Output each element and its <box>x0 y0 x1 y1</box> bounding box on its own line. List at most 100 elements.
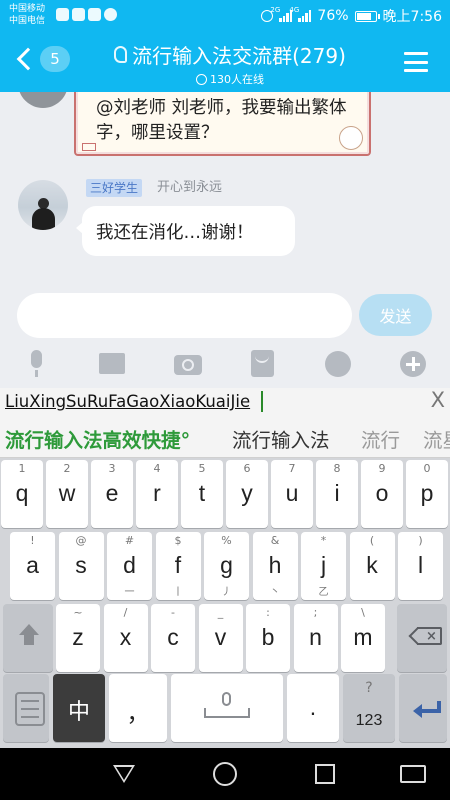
key-j[interactable]: * j 乙 <box>301 532 346 600</box>
key-e[interactable]: 3e <box>91 460 133 528</box>
carrier-1: 中国移动 <box>9 4 46 14</box>
key-i[interactable]: 8i <box>316 460 358 528</box>
ime-composition-bar: LiuXingSuRuFaGaoXiaoKuaiJie X <box>0 388 450 416</box>
key-hint: / <box>123 606 128 619</box>
candidate-item[interactable]: 流行输入法 <box>232 424 330 453</box>
image-icon[interactable] <box>97 349 127 379</box>
mic-icon[interactable] <box>22 349 52 379</box>
key-label: u <box>285 480 299 506</box>
enter-arrow-icon <box>413 701 441 718</box>
key-m[interactable]: \ m <box>341 604 385 672</box>
emoji-icon[interactable] <box>323 349 353 379</box>
key-z[interactable]: ~ z <box>56 604 100 672</box>
enter-key[interactable] <box>399 674 447 742</box>
key-hint: ! <box>30 534 35 547</box>
key-c[interactable]: -c <box>151 604 195 672</box>
key-p[interactable]: 0p <box>406 460 448 528</box>
language-switch-key[interactable]: 中 <box>53 674 105 742</box>
plus-icon[interactable] <box>398 349 428 379</box>
sender-nickname: 开心到永远 <box>157 180 223 195</box>
message-bubble-previous[interactable]: @刘老师 刘老师，我要输出繁体字，哪里设置？ <box>74 92 371 156</box>
video-notification-icon <box>88 8 101 21</box>
candidate-item[interactable]: 流行输入法高效快捷° <box>5 424 190 453</box>
key-r[interactable]: 4r <box>136 460 178 528</box>
chat-messages[interactable]: @刘老师 刘老师，我要输出繁体字，哪里设置？ 三好学生 开心到永远 我还在消化…… <box>0 92 450 285</box>
key-hint: ( <box>369 534 375 547</box>
key-label: g <box>220 552 233 578</box>
key-hint: $ <box>174 534 182 547</box>
key-b[interactable]: :b <box>246 604 290 672</box>
period-key[interactable]: . <box>287 674 339 742</box>
key-q[interactable]: 1q <box>1 460 43 528</box>
key-label: r <box>153 480 161 506</box>
key-t[interactable]: 5t <box>181 460 223 528</box>
key-w[interactable]: 2w <box>46 460 88 528</box>
key-d[interactable]: # d 一 <box>107 532 152 600</box>
status-bar: 中国移动 中国电信 2G 4G 76% 晚上7:56 <box>0 0 450 32</box>
status-right: 2G 4G 76% 晚上7:56 <box>261 6 442 26</box>
key-hint: 5 <box>198 462 206 475</box>
ime-close-button[interactable]: X <box>431 388 445 412</box>
chat-title-area[interactable]: 流行输入法交流群(279) 130人在线 <box>100 40 360 87</box>
key-label: 123 <box>355 712 383 729</box>
menu-icon[interactable] <box>404 52 428 72</box>
keyboard-toggle-icon[interactable] <box>400 765 426 783</box>
key-v[interactable]: _ v <box>198 604 243 672</box>
key-k[interactable]: (k <box>349 532 395 600</box>
comma-key[interactable]: ， <box>109 674 167 742</box>
key-u[interactable]: 7u <box>271 460 313 528</box>
avatar[interactable] <box>18 180 68 230</box>
key-label: z <box>72 624 84 650</box>
red-packet-icon[interactable] <box>248 349 278 379</box>
key-h[interactable]: & h 丶 <box>252 532 298 600</box>
message-input[interactable] <box>17 293 352 338</box>
key-y[interactable]: 6y <box>226 460 268 528</box>
ime-menu-key[interactable] <box>3 674 49 742</box>
qq-notification-icon <box>72 8 85 21</box>
key-label: e <box>105 480 119 506</box>
chat-header: 中国移动 中国电信 2G 4G 76% 晚上7:56 5 流行输入法交流群(27… <box>0 0 450 92</box>
key-n[interactable]: ; n <box>293 604 338 672</box>
candidate-item[interactable]: 流星 <box>423 424 450 453</box>
key-s[interactable]: @ s <box>58 532 104 600</box>
unread-count-badge: 5 <box>40 46 70 72</box>
key-o[interactable]: 9o <box>361 460 403 528</box>
composer: 发送 <box>0 285 450 388</box>
key-f[interactable]: $ f 丨 <box>155 532 201 600</box>
avatar[interactable] <box>18 92 68 108</box>
send-button[interactable]: 发送 <box>359 294 432 336</box>
key-label: f <box>174 552 182 578</box>
key-g[interactable]: % g 丿 <box>204 532 249 600</box>
number-switch-key[interactable]: ? 123 <box>343 674 395 742</box>
key-hint: ; <box>313 606 318 619</box>
candidate-item[interactable]: 流行 <box>361 424 400 453</box>
space-key[interactable] <box>171 674 283 742</box>
key-a[interactable]: ! a <box>10 532 55 600</box>
key-label: v <box>214 624 227 650</box>
key-x[interactable]: / x <box>103 604 148 672</box>
key-label: s <box>75 552 87 578</box>
shift-key[interactable] <box>3 604 53 672</box>
message-bubble[interactable]: 我还在消化…谢谢！ <box>76 206 295 256</box>
key-hint: 8 <box>333 462 341 475</box>
key-hint: ) <box>418 534 423 547</box>
camera-icon[interactable] <box>173 349 203 379</box>
nav-back-icon[interactable] <box>112 762 136 786</box>
key-hint: 0 <box>423 462 431 475</box>
key-hint: 2 <box>63 462 71 475</box>
key-hint: 4 <box>153 462 161 475</box>
key-label: i <box>334 480 340 506</box>
soft-keyboard: 中 ， . ? 123 1 q 2 w 3 e 4 r 5 t 6 y 7 u 8 i 9 o 0 p! a @ s # d 一 $… <box>0 458 450 748</box>
nav-recents-icon[interactable] <box>315 764 335 784</box>
back-button[interactable]: 5 <box>14 46 70 72</box>
nav-home-icon[interactable] <box>213 762 237 786</box>
backspace-key[interactable]: × <box>397 604 447 672</box>
key-label: k <box>366 552 378 578</box>
key-hint: 1 <box>18 462 26 475</box>
key-hint: * <box>320 534 327 547</box>
backspace-icon: × <box>408 627 442 645</box>
key-l[interactable]: ) l <box>398 532 443 600</box>
key-label: a <box>26 552 39 578</box>
key-hint: % <box>221 534 232 547</box>
key-label: c <box>167 624 179 650</box>
